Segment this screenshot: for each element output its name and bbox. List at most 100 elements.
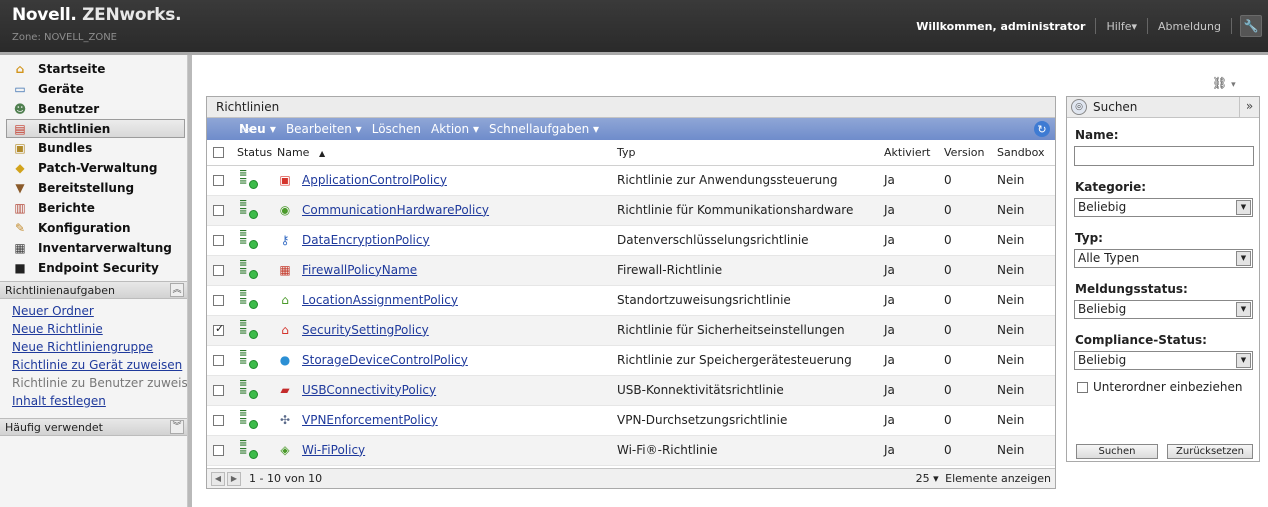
policy-type: USB-Konnektivitätsrichtlinie: [617, 375, 884, 406]
nav-konfiguration[interactable]: ✎ Konfiguration: [0, 218, 187, 238]
nav-bereitstellung[interactable]: ▼ Bereitstellung: [0, 178, 187, 198]
vpn-icon: ✣: [279, 413, 291, 428]
task-new-policy[interactable]: Neue Richtlinie: [0, 320, 187, 338]
page-size-select[interactable]: 25 ▾: [916, 472, 939, 485]
refresh-icon[interactable]: ↻: [1034, 121, 1050, 137]
policy-version: 0: [944, 405, 997, 436]
category-select[interactable]: Beliebig ▼: [1074, 198, 1253, 217]
policy-name-link[interactable]: FirewallPolicyName: [302, 263, 417, 277]
policy-enabled: Ja: [884, 345, 944, 376]
frequent-panel-header[interactable]: Häufig verwendet ︾: [0, 418, 187, 436]
policy-name-link[interactable]: SecuritySettingPolicy: [302, 323, 429, 337]
row-checkbox[interactable]: [213, 355, 224, 366]
table-row[interactable]: ≡ ≡ ◈ Wi-FiPolicy Wi-Fi®-Richtlinie Ja 0 Nein: [207, 435, 1055, 466]
table-row[interactable]: ≡ ≡ ▣ ApplicationControlPolicy Richtlinie zu…: [207, 165, 1055, 196]
next-page-icon[interactable]: ▶: [227, 471, 241, 486]
help-menu[interactable]: Hilfe▾: [1096, 20, 1147, 33]
shield-icon: ◆: [15, 161, 25, 175]
policy-name-link[interactable]: ApplicationControlPolicy: [302, 173, 447, 187]
row-checkbox[interactable]: [213, 205, 224, 216]
name-input[interactable]: [1074, 146, 1254, 166]
task-new-folder[interactable]: Neuer Ordner: [0, 302, 187, 320]
home-icon: ⌂: [15, 62, 25, 76]
name-label: Name:: [1075, 128, 1119, 142]
col-enabled[interactable]: Aktiviert: [884, 140, 944, 166]
row-checkbox[interactable]: [213, 415, 224, 426]
logout-link[interactable]: Abmeldung: [1148, 20, 1231, 33]
edit-menu[interactable]: Bearbeiten ▾: [286, 122, 362, 136]
nav-patch-verwaltung[interactable]: ◆ Patch-Verwaltung: [0, 158, 187, 178]
policy-type: VPN-Durchsetzungsrichtlinie: [617, 405, 884, 436]
table-row[interactable]: ≡ ≡ ● StorageDeviceControlPolicy Richtlinie …: [207, 345, 1055, 376]
nav-inventarverwaltung[interactable]: ▦ Inventarverwaltung: [0, 238, 187, 258]
policy-name-link[interactable]: USBConnectivityPolicy: [302, 383, 436, 397]
prev-page-icon[interactable]: ◀: [211, 471, 225, 486]
select-all-checkbox[interactable]: [213, 147, 224, 159]
delete-button[interactable]: Löschen: [372, 122, 421, 136]
policy-enabled: Ja: [884, 435, 944, 466]
table-row[interactable]: ≡ ≡ ⌂ LocationAssignmentPolicy Standortzuwei…: [207, 285, 1055, 316]
table-row[interactable]: ≡ ≡ ▦ FirewallPolicyName Firewall-Richtlinie…: [207, 255, 1055, 286]
col-type[interactable]: Typ: [617, 140, 884, 166]
col-name[interactable]: Name ▲: [277, 140, 617, 166]
include-subfolders-checkbox[interactable]: [1077, 381, 1088, 393]
col-version[interactable]: Version: [944, 140, 997, 166]
table-row[interactable]: ≡≡ ⌂ SecuritySettingPolicy Richtlinie für S…: [207, 315, 1055, 346]
task-set-content[interactable]: Inhalt festlegen: [0, 392, 187, 410]
action-menu[interactable]: Aktion ▾: [431, 122, 479, 136]
table-row[interactable]: ≡ ≡ ⚷ DataEncryptionPolicy Datenverschlüssel…: [207, 225, 1055, 256]
policy-version: 0: [944, 345, 997, 376]
table-row[interactable]: ≡ ≡ ✣ VPNEnforcementPolicy VPN-Durchsetzungs…: [207, 405, 1055, 436]
status-ok-icon: ≡ ≡: [237, 378, 259, 400]
search-panel-header: ◎ Suchen »: [1067, 97, 1259, 118]
firewall-icon: ▦: [279, 263, 291, 278]
reset-button[interactable]: Zurücksetzen: [1167, 444, 1253, 459]
link-icon[interactable]: ⛓ ▾: [1212, 76, 1236, 90]
policy-name-link[interactable]: CommunicationHardwarePolicy: [302, 203, 489, 217]
row-checkbox[interactable]: [213, 235, 224, 246]
policy-version: 0: [944, 225, 997, 256]
nav-berichte[interactable]: ▥ Berichte: [0, 198, 187, 218]
policy-name-link[interactable]: StorageDeviceControlPolicy: [302, 353, 468, 367]
policy-type: Wi-Fi®-Richtlinie: [617, 435, 884, 466]
policy-name-link[interactable]: Wi-FiPolicy: [302, 443, 365, 457]
search-icon: ◎: [1071, 99, 1087, 115]
message-status-select[interactable]: Beliebig ▼: [1074, 300, 1253, 319]
col-status[interactable]: Status: [237, 140, 277, 166]
app-control-icon: ▣: [279, 173, 291, 188]
row-checkbox[interactable]: [213, 295, 224, 306]
row-checkbox[interactable]: [213, 385, 224, 396]
table-row[interactable]: ≡ ≡ ▰ USBConnectivityPolicy USB-Konnektivitä…: [207, 375, 1055, 406]
task-assign-to-device[interactable]: Richtlinie zu Gerät zuweisen: [0, 356, 187, 374]
sidebar-splitter[interactable]: [188, 55, 192, 507]
row-checkbox[interactable]: [213, 175, 224, 186]
status-ok-icon: ≡ ≡: [237, 408, 259, 430]
type-select[interactable]: Alle Typen ▼: [1074, 249, 1253, 268]
include-subfolders[interactable]: Unterordner einbeziehen: [1077, 380, 1259, 394]
collapse-icon[interactable]: ︽: [170, 283, 184, 297]
row-checkbox[interactable]: [213, 322, 224, 336]
nav-geraete[interactable]: ▭ Geräte: [0, 79, 187, 99]
policy-name-link[interactable]: DataEncryptionPolicy: [302, 233, 430, 247]
nav-richtlinien[interactable]: ▤ Richtlinien: [6, 119, 185, 138]
table-row[interactable]: ≡ ≡ ◉ CommunicationHardwarePolicy Richtlinie…: [207, 195, 1055, 226]
nav-startseite[interactable]: ⌂ Startseite: [0, 59, 187, 79]
nav-endpoint-security[interactable]: ■ Endpoint Security: [0, 258, 187, 278]
toolbar: ▭ Neu ▾ Bearbeiten ▾ Löschen Aktion ▾ Sc…: [207, 118, 1055, 140]
task-new-policy-group[interactable]: Neue Richtliniengruppe: [0, 338, 187, 356]
wrench-icon[interactable]: 🔧: [1240, 15, 1262, 37]
nav-bundles[interactable]: ▣ Bundles: [0, 138, 187, 158]
nav-benutzer[interactable]: ☻ Benutzer: [0, 99, 187, 119]
policy-name-link[interactable]: LocationAssignmentPolicy: [302, 293, 458, 307]
compliance-status-select[interactable]: Beliebig ▼: [1074, 351, 1253, 370]
policy-name-link[interactable]: VPNEnforcementPolicy: [302, 413, 438, 427]
row-checkbox[interactable]: [213, 445, 224, 456]
search-button[interactable]: Suchen: [1076, 444, 1158, 459]
tasks-panel-header[interactable]: Richtlinienaufgaben ︽: [0, 281, 187, 299]
expand-icon[interactable]: ︾: [170, 420, 184, 434]
expand-panel-icon[interactable]: »: [1239, 97, 1259, 117]
col-sandbox[interactable]: Sandbox: [997, 140, 1055, 166]
quick-tasks-menu[interactable]: Schnellaufgaben ▾: [489, 122, 599, 136]
row-checkbox[interactable]: [213, 265, 224, 276]
folder-up-icon[interactable]: ▭: [240, 123, 250, 136]
